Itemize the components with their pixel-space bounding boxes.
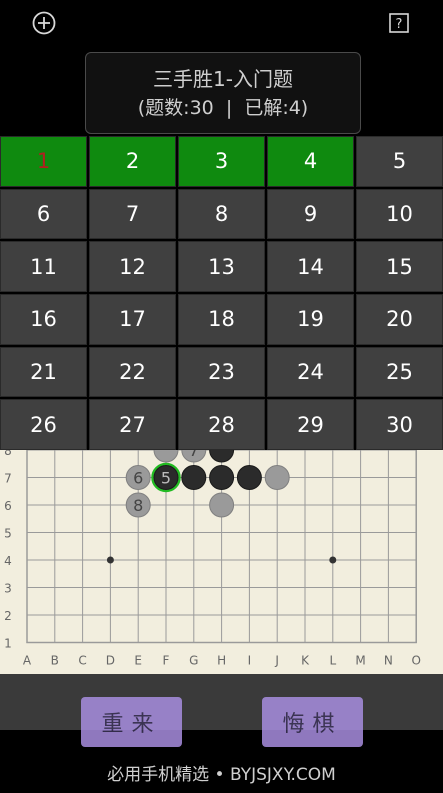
level-cell-20[interactable]: 20 — [356, 294, 443, 345]
stone-move-number: 6 — [133, 469, 143, 488]
level-cell-8[interactable]: 8 — [178, 188, 265, 240]
stone-white: 6 — [125, 465, 151, 490]
puzzle-set-progress: (题数:30 | 已解:4) — [137, 96, 309, 119]
row-label: 3 — [4, 582, 12, 596]
level-cell-1[interactable]: 1 — [0, 136, 87, 187]
stone-black — [209, 450, 235, 463]
stone-move-number: 5 — [161, 469, 171, 488]
stone-black: 5 — [151, 462, 181, 493]
svg-text:?: ? — [396, 17, 403, 32]
level-cell-15[interactable]: 15 — [356, 241, 443, 292]
col-label: M — [355, 654, 365, 668]
level-cell-18[interactable]: 18 — [178, 294, 265, 345]
stone-move-number: 8 — [133, 496, 143, 515]
level-cell-28[interactable]: 28 — [178, 399, 265, 450]
bottom-bar — [0, 674, 443, 730]
circle-plus-icon[interactable] — [31, 10, 57, 36]
level-cell-9[interactable]: 9 — [267, 188, 354, 240]
col-label: A — [23, 654, 32, 668]
star-point — [329, 556, 337, 564]
row-label: 7 — [4, 472, 12, 486]
stone-white — [153, 450, 179, 463]
col-label: N — [384, 654, 393, 668]
level-cell-22[interactable]: 22 — [89, 346, 176, 398]
col-label: I — [248, 654, 252, 668]
row-label: 5 — [4, 527, 12, 541]
level-cell-11[interactable]: 11 — [0, 241, 87, 292]
row-label: 6 — [4, 499, 12, 513]
col-label: G — [189, 654, 198, 668]
level-cell-6[interactable]: 6 — [0, 188, 87, 240]
level-cell-14[interactable]: 14 — [267, 241, 354, 292]
col-label: B — [51, 654, 59, 668]
col-label: J — [274, 654, 279, 668]
level-cell-26[interactable]: 26 — [0, 399, 87, 450]
col-label: E — [134, 654, 142, 668]
col-label: L — [329, 654, 336, 668]
stone-white: 7 — [181, 450, 207, 463]
level-select-grid: 1 2 3 4 5 6 7 8 9 10 11 12 13 14 15 16 17 18 19 20 21 22 23 24 2… — [0, 136, 443, 450]
stone-black — [209, 465, 235, 490]
col-label: O — [411, 654, 420, 668]
level-cell-25[interactable]: 25 — [356, 346, 443, 398]
col-label: F — [163, 654, 170, 668]
level-cell-24[interactable]: 24 — [267, 346, 354, 398]
level-cell-21[interactable]: 21 — [0, 346, 87, 398]
level-cell-27[interactable]: 27 — [89, 399, 176, 450]
row-label: 2 — [4, 609, 12, 623]
level-cell-23[interactable]: 23 — [178, 346, 265, 398]
level-cell-17[interactable]: 17 — [89, 294, 176, 345]
gomoku-board[interactable]: 87654321ABCDEFGHIJKLMNO7658 — [0, 450, 443, 674]
stone-white — [264, 465, 290, 490]
stone-white: 8 — [125, 492, 151, 518]
star-point — [106, 556, 114, 564]
level-cell-7[interactable]: 7 — [89, 188, 176, 240]
col-label: H — [217, 654, 226, 668]
level-cell-3[interactable]: 3 — [178, 136, 265, 187]
question-square-icon[interactable]: ? — [386, 10, 412, 36]
restart-button[interactable]: 重来 — [81, 697, 182, 747]
footer-watermark: 必用手机精选 • BYJSJXY.COM — [107, 764, 336, 785]
stone-move-number: 7 — [189, 450, 199, 460]
level-cell-13[interactable]: 13 — [178, 241, 265, 292]
stone-white — [209, 492, 235, 518]
level-cell-12[interactable]: 12 — [89, 241, 176, 292]
col-label: D — [106, 654, 115, 668]
level-cell-5[interactable]: 5 — [356, 136, 443, 187]
level-cell-30[interactable]: 30 — [356, 399, 443, 450]
top-bar: ? — [0, 0, 443, 46]
level-cell-16[interactable]: 16 — [0, 294, 87, 345]
level-cell-29[interactable]: 29 — [267, 399, 354, 450]
puzzle-set-title-box: 三手胜1-入门题 (题数:30 | 已解:4) — [85, 52, 361, 134]
stone-black — [236, 465, 262, 490]
row-label: 8 — [4, 450, 12, 458]
col-label: K — [301, 654, 310, 668]
col-label: C — [78, 654, 86, 668]
level-cell-2[interactable]: 2 — [89, 136, 176, 187]
stone-black — [181, 465, 207, 490]
undo-button[interactable]: 悔棋 — [262, 697, 363, 747]
puzzle-set-title: 三手胜1-入门题 — [153, 66, 293, 91]
level-cell-4[interactable]: 4 — [267, 136, 354, 187]
level-cell-10[interactable]: 10 — [356, 188, 443, 240]
level-cell-19[interactable]: 19 — [267, 294, 354, 345]
row-label: 1 — [4, 637, 12, 651]
row-label: 4 — [4, 554, 12, 568]
